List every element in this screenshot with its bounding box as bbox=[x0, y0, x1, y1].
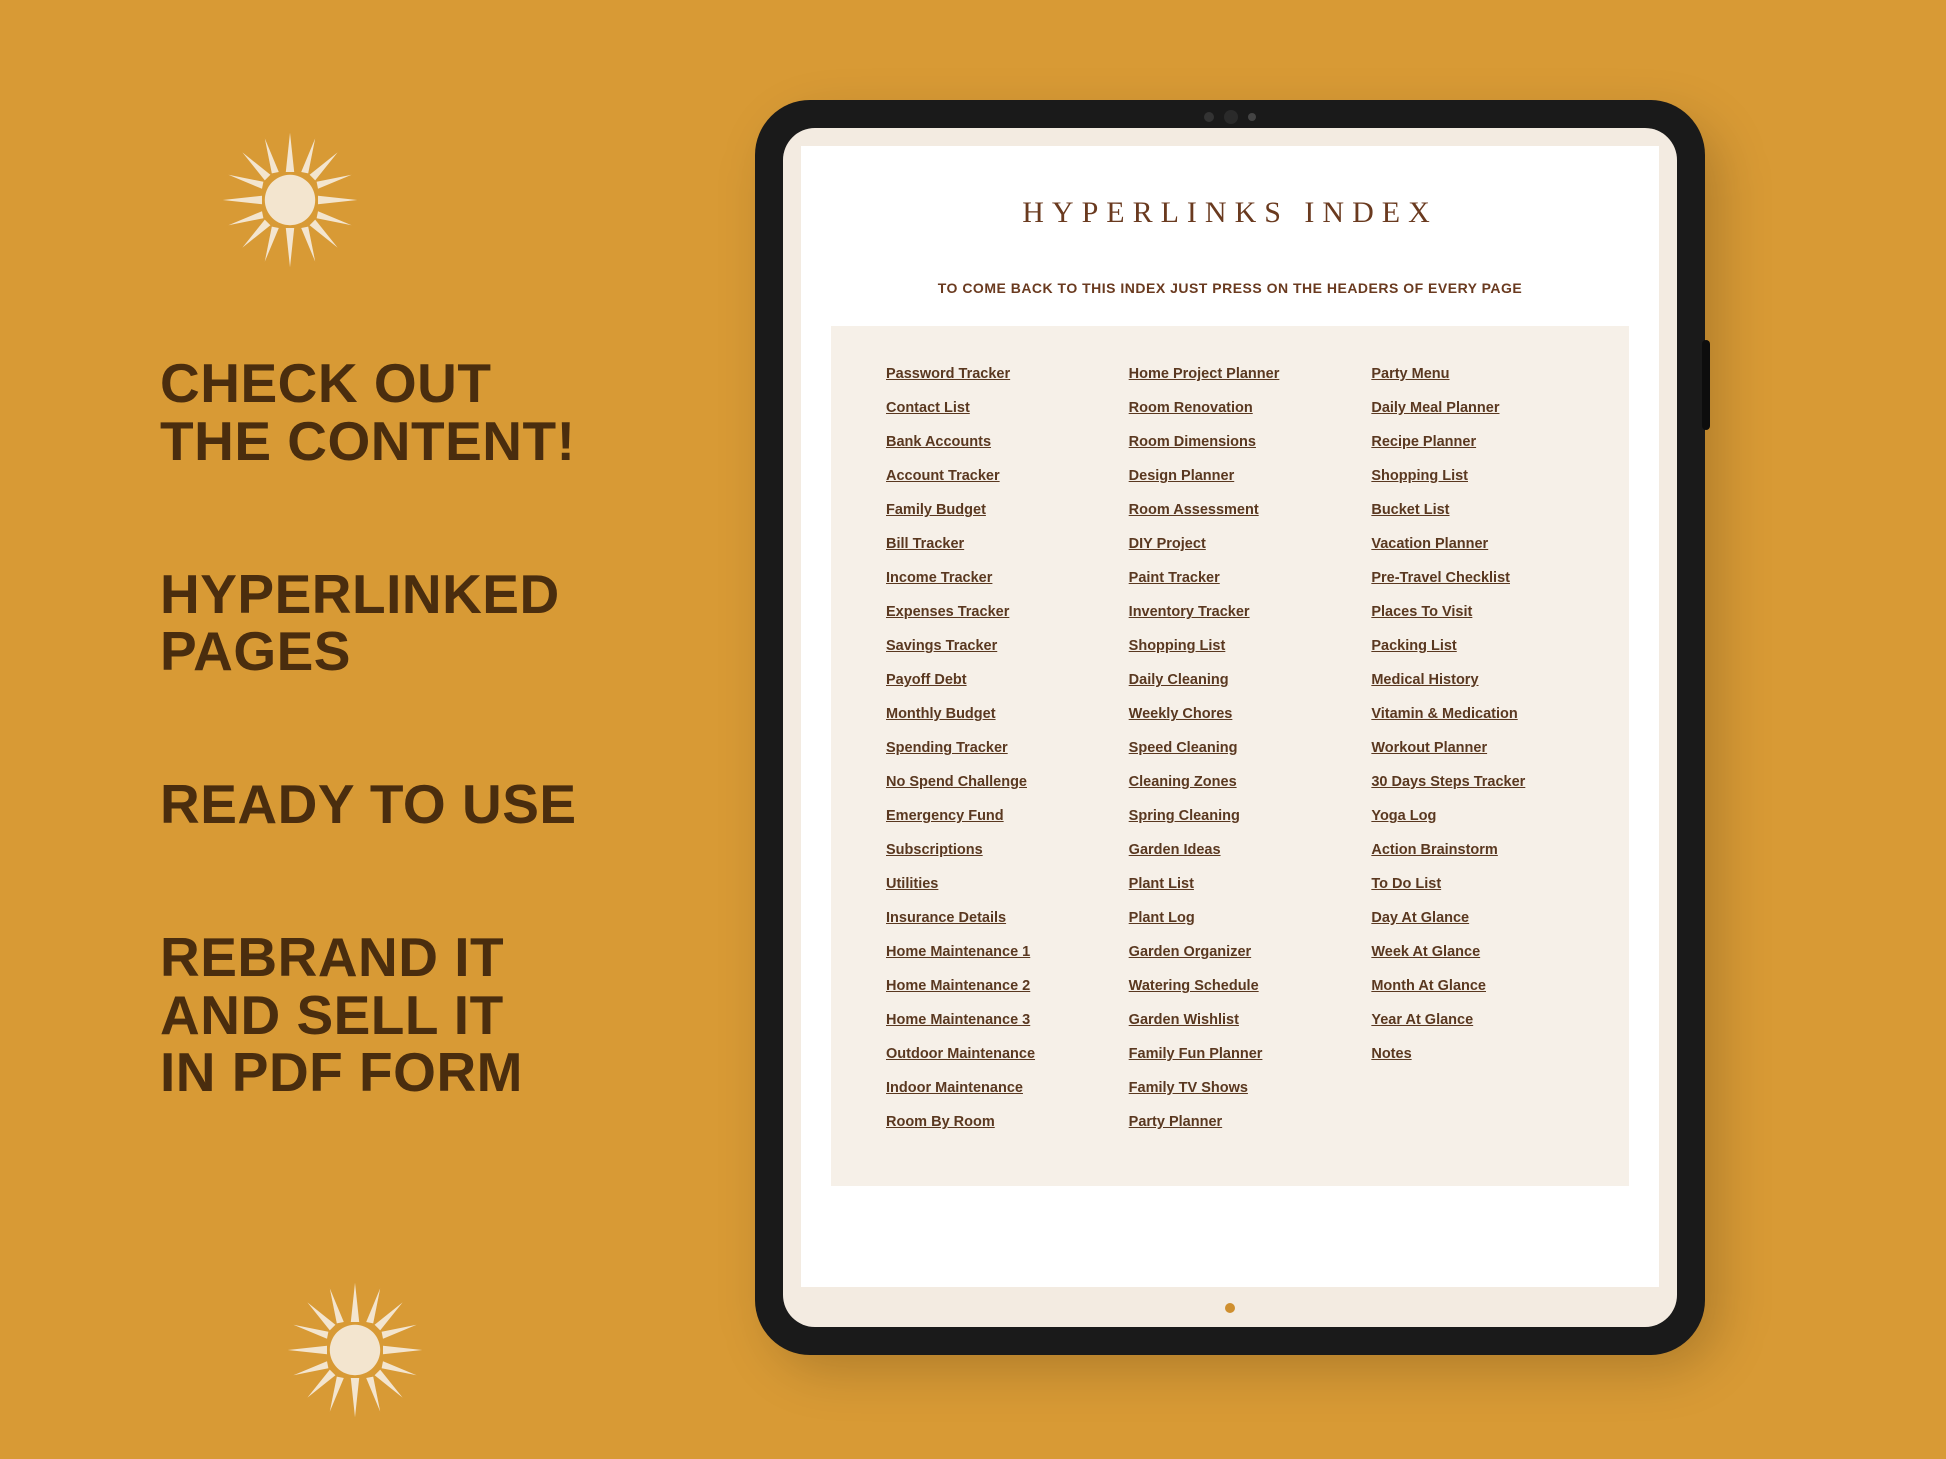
tablet-camera bbox=[1175, 110, 1285, 124]
tablet-frame: HYPERLINKS INDEX TO COME BACK TO THIS IN… bbox=[755, 100, 1705, 1355]
index-link[interactable]: Insurance Details bbox=[886, 910, 1006, 926]
index-link[interactable]: Watering Schedule bbox=[1129, 978, 1259, 994]
text: PAGES bbox=[160, 623, 760, 681]
home-indicator-icon bbox=[1225, 1303, 1235, 1313]
text: THE CONTENT! bbox=[160, 413, 760, 471]
index-link[interactable]: Month At Glance bbox=[1371, 978, 1486, 994]
tablet-screen: HYPERLINKS INDEX TO COME BACK TO THIS IN… bbox=[783, 128, 1677, 1327]
index-link[interactable]: Garden Ideas bbox=[1129, 842, 1221, 858]
index-link[interactable]: Vacation Planner bbox=[1371, 536, 1488, 552]
index-link[interactable]: Payoff Debt bbox=[886, 672, 967, 688]
index-link[interactable]: Family Fun Planner bbox=[1129, 1046, 1263, 1062]
tablet-side-button bbox=[1702, 340, 1710, 430]
index-link[interactable]: Family TV Shows bbox=[1129, 1080, 1248, 1096]
sensor-icon bbox=[1204, 112, 1214, 122]
index-link[interactable]: Garden Organizer bbox=[1129, 944, 1251, 960]
index-link[interactable]: Room Renovation bbox=[1129, 400, 1253, 416]
index-link[interactable]: Home Maintenance 3 bbox=[886, 1012, 1030, 1028]
index-link[interactable]: Week At Glance bbox=[1371, 944, 1480, 960]
index-link[interactable]: Cleaning Zones bbox=[1129, 774, 1237, 790]
index-link[interactable]: Day At Glance bbox=[1371, 910, 1469, 926]
index-link[interactable]: Notes bbox=[1371, 1046, 1411, 1062]
index-link[interactable]: Room Dimensions bbox=[1129, 434, 1256, 450]
index-link[interactable]: Room By Room bbox=[886, 1114, 995, 1130]
index-link[interactable]: Utilities bbox=[886, 876, 938, 892]
index-link[interactable]: Account Tracker bbox=[886, 468, 1000, 484]
index-link[interactable]: Vitamin & Medication bbox=[1371, 706, 1517, 722]
index-link[interactable]: To Do List bbox=[1371, 876, 1441, 892]
index-link[interactable]: Room Assessment bbox=[1129, 502, 1259, 518]
index-link[interactable]: Pre-Travel Checklist bbox=[1371, 570, 1510, 586]
index-link[interactable]: Indoor Maintenance bbox=[886, 1080, 1023, 1096]
promo-text: CHECK OUT THE CONTENT! HYPERLINKED PAGES… bbox=[160, 355, 760, 1102]
index-link[interactable]: Places To Visit bbox=[1371, 604, 1472, 620]
index-link[interactable]: Yoga Log bbox=[1371, 808, 1436, 824]
index-link[interactable]: Contact List bbox=[886, 400, 970, 416]
index-grid: Password Tracker Contact List Bank Account… bbox=[831, 326, 1629, 1186]
index-link[interactable]: Expenses Tracker bbox=[886, 604, 1009, 620]
index-link[interactable]: Bill Tracker bbox=[886, 536, 964, 552]
sensor-icon bbox=[1248, 113, 1256, 121]
index-link[interactable]: Year At Glance bbox=[1371, 1012, 1473, 1028]
index-link[interactable]: Bucket List bbox=[1371, 502, 1449, 518]
sun-icon bbox=[220, 130, 360, 270]
index-link[interactable]: Inventory Tracker bbox=[1129, 604, 1250, 620]
index-link[interactable]: Emergency Fund bbox=[886, 808, 1004, 824]
index-link[interactable]: Speed Cleaning bbox=[1129, 740, 1238, 756]
promo-line-1: CHECK OUT THE CONTENT! bbox=[160, 355, 760, 471]
index-link[interactable]: Spending Tracker bbox=[886, 740, 1008, 756]
promo-line-3: READY TO USE bbox=[160, 776, 760, 834]
camera-icon bbox=[1224, 110, 1238, 124]
index-link[interactable]: Family Budget bbox=[886, 502, 986, 518]
document-page: HYPERLINKS INDEX TO COME BACK TO THIS IN… bbox=[801, 146, 1659, 1287]
text: READY TO USE bbox=[160, 776, 760, 834]
index-link[interactable]: Party Planner bbox=[1129, 1114, 1223, 1130]
text: AND SELL IT bbox=[160, 987, 760, 1045]
index-link[interactable]: Shopping List bbox=[1371, 468, 1468, 484]
index-link[interactable]: Plant List bbox=[1129, 876, 1194, 892]
index-link[interactable]: Party Menu bbox=[1371, 366, 1449, 382]
index-link[interactable]: Daily Cleaning bbox=[1129, 672, 1229, 688]
index-link[interactable]: Recipe Planner bbox=[1371, 434, 1476, 450]
index-link[interactable]: Bank Accounts bbox=[886, 434, 991, 450]
index-column-1: Password Tracker Contact List Bank Account… bbox=[886, 366, 1089, 1146]
index-link[interactable]: Spring Cleaning bbox=[1129, 808, 1240, 824]
index-link[interactable]: DIY Project bbox=[1129, 536, 1206, 552]
text: CHECK OUT bbox=[160, 355, 760, 413]
index-link[interactable]: Workout Planner bbox=[1371, 740, 1487, 756]
page-subtitle: TO COME BACK TO THIS INDEX JUST PRESS ON… bbox=[831, 280, 1629, 296]
index-link[interactable]: Home Project Planner bbox=[1129, 366, 1280, 382]
index-link[interactable]: Paint Tracker bbox=[1129, 570, 1220, 586]
index-link[interactable]: Action Brainstorm bbox=[1371, 842, 1498, 858]
index-link[interactable]: Monthly Budget bbox=[886, 706, 996, 722]
index-link[interactable]: Income Tracker bbox=[886, 570, 992, 586]
page-title: HYPERLINKS INDEX bbox=[831, 196, 1629, 230]
text: REBRAND IT bbox=[160, 929, 760, 987]
text: HYPERLINKED bbox=[160, 566, 760, 624]
index-link[interactable]: Plant Log bbox=[1129, 910, 1195, 926]
index-link[interactable]: Shopping List bbox=[1129, 638, 1226, 654]
index-link[interactable]: No Spend Challenge bbox=[886, 774, 1027, 790]
text: IN PDF FORM bbox=[160, 1044, 760, 1102]
index-link[interactable]: Savings Tracker bbox=[886, 638, 997, 654]
sun-icon bbox=[285, 1280, 425, 1420]
index-link[interactable]: Password Tracker bbox=[886, 366, 1010, 382]
index-link[interactable]: Subscriptions bbox=[886, 842, 983, 858]
promo-line-4: REBRAND IT AND SELL IT IN PDF FORM bbox=[160, 929, 760, 1102]
index-link[interactable]: Medical History bbox=[1371, 672, 1478, 688]
index-link[interactable]: 30 Days Steps Tracker bbox=[1371, 774, 1525, 790]
index-column-3: Party Menu Daily Meal Planner Recipe Plann… bbox=[1371, 366, 1574, 1146]
index-link[interactable]: Home Maintenance 1 bbox=[886, 944, 1030, 960]
index-link[interactable]: Home Maintenance 2 bbox=[886, 978, 1030, 994]
index-link[interactable]: Garden Wishlist bbox=[1129, 1012, 1239, 1028]
index-column-2: Home Project Planner Room Renovation Room … bbox=[1129, 366, 1332, 1146]
index-link[interactable]: Packing List bbox=[1371, 638, 1456, 654]
index-link[interactable]: Weekly Chores bbox=[1129, 706, 1233, 722]
index-link[interactable]: Daily Meal Planner bbox=[1371, 400, 1499, 416]
index-link[interactable]: Design Planner bbox=[1129, 468, 1235, 484]
promo-line-2: HYPERLINKED PAGES bbox=[160, 566, 760, 682]
index-link[interactable]: Outdoor Maintenance bbox=[886, 1046, 1035, 1062]
